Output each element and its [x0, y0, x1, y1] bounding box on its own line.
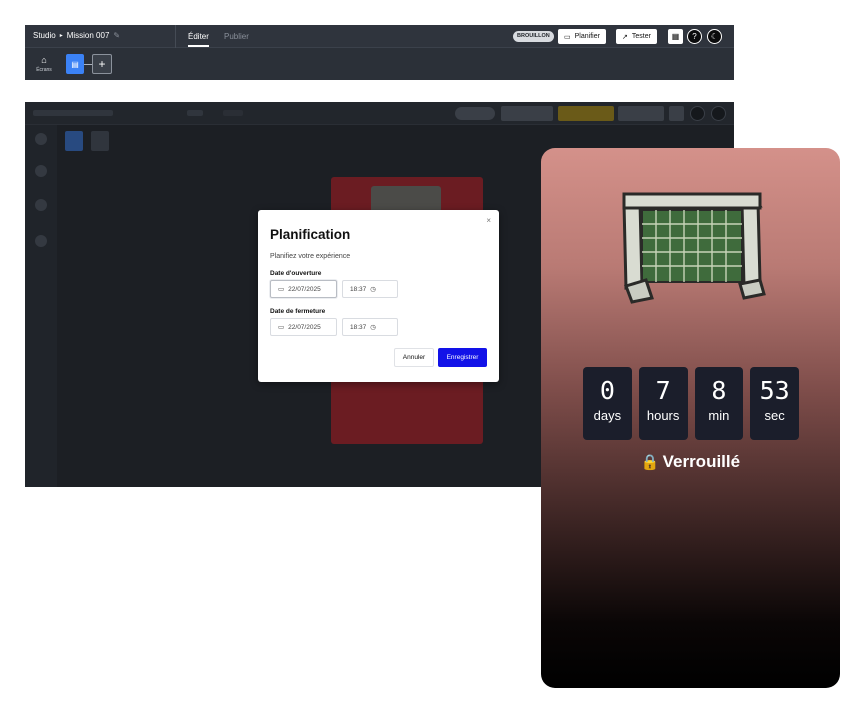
locked-status: 🔒 Verrouillé — [541, 452, 840, 472]
schedule-button[interactable]: ▭ Planifier — [558, 29, 606, 44]
countdown-value: 7 — [655, 376, 671, 405]
dim-icon — [35, 199, 47, 211]
countdown: 0 days 7 hours 8 min 53 sec — [583, 367, 799, 440]
project-name[interactable]: Mission 007 — [67, 31, 110, 40]
close-time-field[interactable]: 18:37 ◷ — [342, 318, 398, 336]
schedule-button-label: Planifier — [574, 33, 600, 40]
moon-icon[interactable]: ☾ — [707, 29, 722, 44]
dim-icon — [711, 106, 726, 121]
tab-publier[interactable]: Publier — [224, 32, 249, 41]
phone-preview: 0 days 7 hours 8 min 53 sec 🔒 Verrouillé — [541, 148, 840, 688]
cancel-button[interactable]: Annuler — [394, 348, 434, 367]
dim-icon — [690, 106, 705, 121]
countdown-value: 0 — [599, 376, 615, 405]
help-icon[interactable]: ? — [687, 29, 702, 44]
calendar-icon: ▭ — [564, 33, 571, 41]
editor-window-top: Studio ▸ Mission 007 ✎ Éditer Publier BR… — [25, 25, 734, 80]
open-date-field[interactable]: ▭ 22/07/2025 — [270, 280, 337, 298]
screens-label: Écrans — [36, 67, 52, 73]
countdown-hours: 7 hours — [638, 367, 688, 440]
dim-button — [618, 106, 664, 121]
screens-icon: ⌂ — [41, 55, 47, 65]
close-date-label: Date de fermeture — [270, 308, 326, 315]
editor-topbar: Studio ▸ Mission 007 ✎ Éditer Publier BR… — [25, 25, 734, 48]
open-date-value: 22/07/2025 — [288, 285, 321, 293]
countdown-days: 0 days — [583, 367, 632, 440]
save-button[interactable]: Enregistrer — [438, 348, 487, 367]
calendar-icon: ▭ — [278, 324, 285, 331]
close-icon[interactable]: × — [486, 216, 491, 225]
dim-tab — [187, 110, 203, 116]
open-date-label: Date d'ouverture — [270, 270, 322, 277]
modal-title: Planification — [270, 227, 351, 242]
qr-code-icon[interactable]: ▦ — [668, 29, 683, 44]
locked-label: Verrouillé — [662, 452, 741, 471]
dim-icon — [35, 133, 47, 145]
screens-toolbar: ⌂ Écrans ▤ + — [25, 49, 734, 80]
plus-icon: + — [98, 57, 106, 71]
divider — [175, 25, 176, 48]
dim-sidebar — [25, 125, 57, 487]
breadcrumb: Studio ▸ Mission 007 ✎ — [33, 31, 120, 40]
external-link-icon: ↗ — [622, 33, 628, 41]
countdown-unit: hours — [646, 408, 680, 423]
dim-button — [558, 106, 614, 121]
dim-breadcrumb — [33, 110, 113, 116]
dim-icon — [35, 235, 47, 247]
page-icon[interactable]: ▤ — [66, 54, 84, 74]
status-badge: BROUILLON — [513, 31, 554, 42]
dim-page-thumb — [65, 131, 83, 151]
dim-topbar — [25, 102, 734, 125]
countdown-unit: days — [593, 408, 622, 423]
modal-subtitle: Planifiez votre expérience — [270, 253, 351, 260]
dim-button — [501, 106, 553, 121]
close-time-value: 18:37 — [350, 323, 367, 331]
open-time-value: 18:37 — [350, 285, 367, 293]
open-time-field[interactable]: 18:37 ◷ — [342, 280, 398, 298]
pencil-icon[interactable]: ✎ — [113, 31, 120, 40]
screens-button[interactable]: ⌂ Écrans — [33, 55, 55, 73]
dim-badge — [455, 107, 495, 120]
lock-icon: 🔒 — [640, 454, 660, 471]
countdown-unit: sec — [764, 408, 785, 423]
add-screen-button[interactable]: + — [92, 54, 112, 74]
close-date-field[interactable]: ▭ 22/07/2025 — [270, 318, 337, 336]
countdown-value: 53 — [759, 376, 790, 405]
tab-editer[interactable]: Éditer — [188, 32, 209, 47]
dim-icon — [35, 165, 47, 177]
dim-tab — [223, 110, 243, 116]
clock-icon: ◷ — [370, 286, 376, 293]
countdown-value: 8 — [711, 376, 727, 405]
breadcrumb-separator: ▸ — [59, 33, 63, 39]
dim-add-button — [91, 131, 109, 151]
schedule-modal: × Planification Planifiez votre expérien… — [258, 210, 499, 382]
countdown-min: 8 min — [694, 367, 744, 440]
test-button-label: Tester — [631, 33, 651, 40]
test-button[interactable]: ↗ Tester — [616, 29, 657, 44]
dim-button — [669, 106, 684, 121]
breadcrumb-root[interactable]: Studio — [33, 31, 56, 40]
calendar-icon: ▭ — [278, 286, 285, 293]
close-date-value: 22/07/2025 — [288, 323, 321, 331]
connector-line — [84, 64, 92, 65]
countdown-sec: 53 sec — [750, 367, 799, 440]
clock-icon: ◷ — [370, 324, 376, 331]
goal-image — [622, 192, 766, 304]
countdown-unit: min — [708, 408, 730, 423]
